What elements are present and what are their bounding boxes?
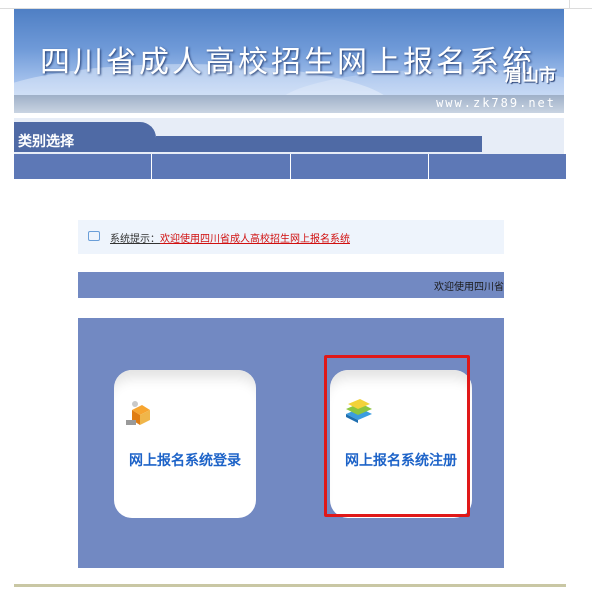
login-box-icon (126, 401, 150, 425)
city-name: 眉山市 (505, 66, 556, 86)
window-top-border (0, 0, 592, 9)
notice-link[interactable]: 欢迎使用四川省成人高校招生网上报名系统 (160, 234, 350, 245)
speech-bubble-icon (88, 231, 100, 241)
category-title: 类别选择 (18, 134, 74, 150)
category-tab: 类别选择 (14, 122, 156, 152)
nav-item-1[interactable] (14, 154, 153, 179)
login-button[interactable]: 网上报名系统登录 (114, 370, 256, 518)
system-notice: 系统提示：欢迎使用四川省成人高校招生网上报名系统 (78, 220, 504, 254)
site-url: www.zk789.net (436, 96, 556, 110)
header-banner: 四川省成人高校招生网上报名系统 眉山市 (14, 9, 564, 109)
nav-item-2[interactable] (152, 154, 291, 179)
category-strip (156, 136, 482, 152)
welcome-marquee: 欢迎使用四川省 (434, 282, 504, 293)
welcome-bar: 欢迎使用四川省 (78, 272, 504, 298)
notice-label: 系统提示： (110, 234, 160, 245)
login-label: 网上报名系统登录 (129, 453, 241, 469)
nav-item-4[interactable] (429, 154, 566, 179)
site-title: 四川省成人高校招生网上报名系统 (40, 45, 535, 80)
window-corner (569, 0, 592, 8)
category-bar: 类别选择 (14, 118, 564, 154)
highlight-box (324, 355, 470, 517)
footer-divider (14, 584, 566, 587)
url-strip: www.zk789.net (14, 95, 564, 113)
notice-text: 系统提示：欢迎使用四川省成人高校招生网上报名系统 (110, 230, 350, 245)
nav-item-3[interactable] (291, 154, 429, 179)
category-nav (14, 154, 566, 179)
